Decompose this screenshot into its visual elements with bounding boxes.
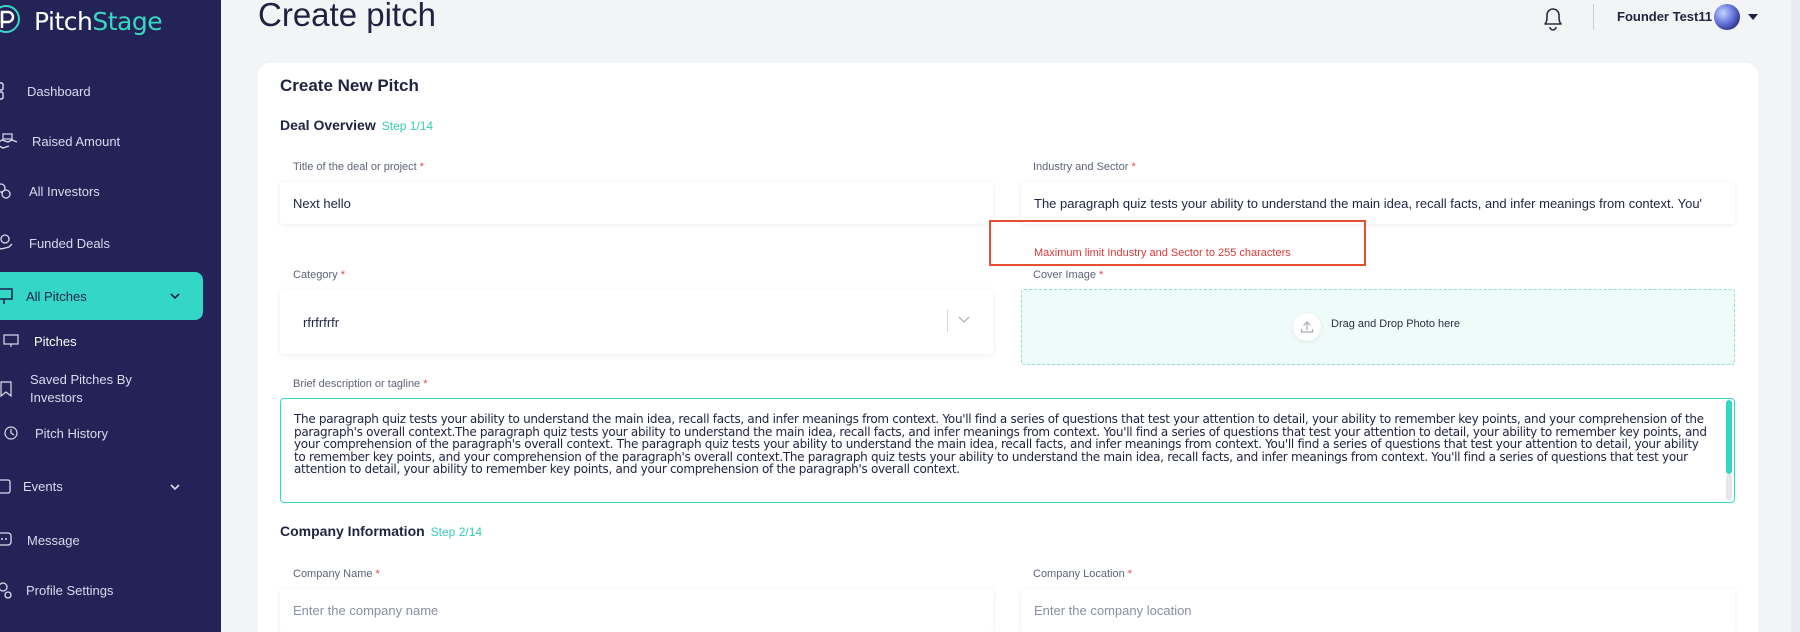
- textarea-scrollbar-thumb[interactable]: [1726, 400, 1732, 474]
- required-mark: *: [375, 568, 380, 580]
- sidebar-item-all-pitches[interactable]: All Pitches: [0, 272, 203, 320]
- category-select[interactable]: rfrfrfrfr: [280, 290, 993, 354]
- caret-down-icon[interactable]: [1748, 14, 1758, 20]
- sub-item-pitches[interactable]: Pitches: [0, 333, 200, 351]
- sidebar-item-label: Events: [23, 478, 63, 494]
- section-deal-overview: Deal Overview Step 1/14: [280, 117, 433, 133]
- user-name[interactable]: Founder Test11: [1617, 9, 1712, 24]
- industry-error-message: Maximum limit Industry and Sector to 255…: [1034, 247, 1291, 259]
- monitor-icon: [3, 334, 19, 347]
- label-text: Company Name: [293, 568, 373, 580]
- sidebar-item-profile-settings[interactable]: Profile Settings: [0, 579, 221, 601]
- money-icon: [0, 133, 18, 149]
- sidebar-item-message[interactable]: Message: [0, 529, 221, 551]
- description-textarea[interactable]: The paragraph quiz tests your ability to…: [280, 398, 1735, 503]
- sidebar-item-label: All Pitches: [26, 288, 87, 304]
- sidebar-item-funded-deals[interactable]: Funded Deals: [0, 232, 221, 254]
- calendar-icon: [0, 479, 11, 494]
- presentation-icon: [0, 288, 13, 304]
- sidebar-item-label: All Investors: [29, 183, 100, 199]
- sub-item-label: Saved Pitches By Investors: [30, 372, 132, 405]
- upload-icon-wrapper[interactable]: [1293, 313, 1321, 341]
- industry-value: The paragraph quiz tests your ability to…: [1034, 195, 1703, 211]
- company-location-input[interactable]: Enter the company location: [1021, 589, 1735, 632]
- dropzone-text: Drag and Drop Photo here: [1331, 318, 1461, 330]
- required-mark: *: [1099, 269, 1104, 281]
- sidebar-item-label: Dashboard: [27, 83, 91, 99]
- page-title: Create pitch: [258, 0, 436, 33]
- category-value: rfrfrfrfr: [303, 314, 340, 330]
- label-text: Category: [293, 269, 338, 281]
- step-indicator: Step 1/14: [381, 119, 434, 133]
- company-location-label: Company Location *: [1033, 568, 1132, 580]
- upload-icon: [1300, 321, 1314, 333]
- required-mark: *: [419, 161, 425, 173]
- brand-name: PitchStage: [34, 7, 163, 36]
- sidebar: PitchStage Dashboard Raised Amount All I…: [0, 0, 221, 632]
- section-title: Deal Overview: [280, 117, 376, 133]
- select-separator: [947, 310, 948, 332]
- deal-title-value: Next hello: [293, 195, 351, 211]
- label-text: Brief description or tagline: [293, 378, 421, 390]
- history-icon: [4, 426, 18, 440]
- company-name-placeholder: Enter the company name: [293, 603, 439, 618]
- form-title: Create New Pitch: [280, 76, 419, 95]
- bookmark-icon: [0, 381, 12, 397]
- sidebar-item-label: Raised Amount: [32, 133, 121, 149]
- sidebar-item-dashboard[interactable]: Dashboard: [0, 80, 221, 102]
- sub-item-saved-pitches[interactable]: Saved Pitches By Investors: [0, 370, 200, 406]
- description-value: The paragraph quiz tests your ability to…: [294, 412, 1707, 476]
- page-scrollbar[interactable]: [1791, 0, 1800, 632]
- company-name-label: Company Name *: [293, 568, 380, 580]
- section-title: Company Information: [280, 523, 425, 539]
- section-company-information: Company Information Step 2/14: [280, 523, 482, 539]
- cover-image-label: Cover Image *: [1033, 269, 1103, 281]
- sub-item-label: Pitches: [34, 334, 77, 349]
- header-divider: [1593, 4, 1594, 30]
- required-mark: *: [1131, 161, 1136, 173]
- chevron-down-icon[interactable]: [957, 315, 971, 325]
- avatar[interactable]: [1714, 4, 1740, 30]
- step-indicator: Step 2/14: [430, 525, 483, 539]
- logo-icon: [0, 5, 20, 33]
- label-text: Industry and Sector: [1033, 161, 1129, 173]
- error-highlight-box: [989, 220, 1366, 266]
- label-text: Cover Image: [1033, 269, 1096, 281]
- investors-icon: [0, 183, 11, 199]
- chevron-down-icon: [170, 293, 180, 300]
- required-mark: *: [340, 269, 345, 281]
- company-name-input[interactable]: Enter the company name: [280, 589, 993, 632]
- company-location-placeholder: Enter the company location: [1034, 603, 1192, 618]
- industry-input[interactable]: The paragraph quiz tests your ability to…: [1021, 182, 1735, 224]
- label-text: Company Location: [1033, 568, 1125, 580]
- sidebar-item-label: Profile Settings: [26, 582, 114, 598]
- sidebar-item-label: Message: [27, 532, 80, 548]
- textarea-scrollbar-track[interactable]: [1726, 474, 1732, 500]
- settings-icon: [0, 582, 12, 599]
- bell-icon[interactable]: [1539, 3, 1567, 33]
- sidebar-item-raised-amount[interactable]: Raised Amount: [0, 130, 221, 152]
- sidebar-item-events[interactable]: Events: [0, 475, 221, 497]
- funded-icon: [0, 234, 13, 250]
- description-label: Brief description or tagline *: [293, 378, 428, 390]
- deal-title-input[interactable]: Next hello: [280, 182, 993, 224]
- required-mark: *: [1127, 568, 1133, 580]
- chat-icon: [0, 532, 12, 546]
- required-mark: *: [423, 378, 428, 390]
- sidebar-item-all-investors[interactable]: All Investors: [0, 180, 221, 202]
- chevron-down-icon: [170, 484, 180, 491]
- sub-item-label: Pitch History: [35, 426, 108, 441]
- sidebar-item-label: Funded Deals: [29, 235, 110, 251]
- deal-title-label: Title of the deal or project *: [293, 161, 424, 173]
- category-label: Category *: [293, 269, 345, 281]
- label-text: Title of the deal or project: [293, 161, 417, 173]
- sub-item-pitch-history[interactable]: Pitch History: [0, 425, 200, 443]
- dashboard-icon: [0, 82, 4, 100]
- industry-label: Industry and Sector *: [1033, 161, 1136, 173]
